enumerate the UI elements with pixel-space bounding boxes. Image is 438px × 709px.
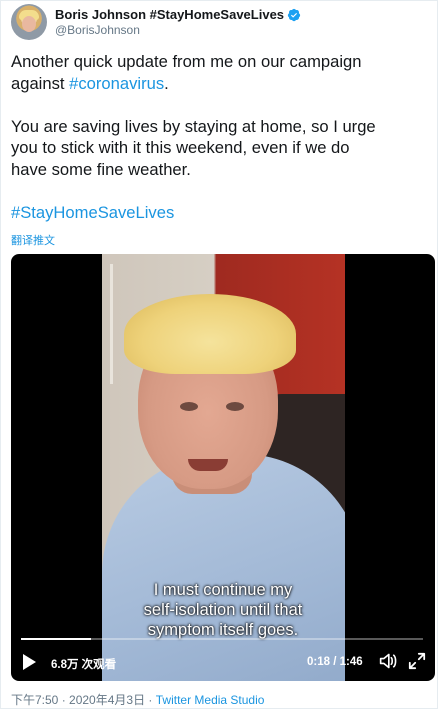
verified-badge-icon bbox=[287, 8, 301, 21]
tweet-line: Another quick update from me on our camp… bbox=[11, 52, 362, 71]
tweet-footer: 下午7:50 · 2020年4月3日 · Twitter Media Studi… bbox=[11, 691, 264, 708]
video-progress-bar[interactable] bbox=[21, 638, 423, 640]
fullscreen-icon[interactable] bbox=[408, 652, 426, 670]
tweet-card: Boris Johnson #StayHomeSaveLives @BorisJ… bbox=[0, 0, 438, 709]
author-display-name[interactable]: Boris Johnson #StayHomeSaveLives bbox=[55, 7, 284, 22]
avatar[interactable] bbox=[11, 4, 47, 40]
video-scene-hair bbox=[124, 294, 296, 374]
tweet-line: have some fine weather. bbox=[11, 159, 191, 179]
video-scene-door bbox=[110, 264, 113, 384]
tweet-timestamp[interactable]: 下午7:50 · 2020年4月3日 · bbox=[11, 693, 156, 707]
coronavirus-hashtag-link[interactable]: #coronavirus bbox=[69, 74, 164, 93]
video-subtitle-line: symptom itself goes. bbox=[147, 621, 299, 639]
tweet-line: you to stick with it this weekend, even … bbox=[11, 138, 350, 157]
video-progress-fill bbox=[21, 638, 91, 640]
tweet-text-fragment: . bbox=[164, 73, 169, 93]
tweet-body: Another quick update from me on our camp… bbox=[11, 51, 431, 223]
author-handle[interactable]: @BorisJohnson bbox=[55, 23, 140, 37]
video-scene-eye bbox=[180, 402, 198, 411]
video-subtitle-line: self-isolation until that bbox=[143, 601, 303, 619]
video-controls: 6.8万 次观看 0:18 / 1:46 bbox=[11, 646, 435, 676]
view-count: 6.8万 次观看 bbox=[51, 659, 117, 671]
tweet-text-fragment: against bbox=[11, 73, 70, 93]
video-scene-eye bbox=[226, 402, 244, 411]
translate-tweet-link[interactable]: 翻译推文 bbox=[11, 232, 55, 248]
tweet-line: You are saving lives by staying at home,… bbox=[11, 116, 376, 136]
video-scene-mouth bbox=[188, 459, 228, 471]
tweet-line: against #coronavirus. bbox=[11, 73, 431, 95]
video-subtitle-line: I must continue my bbox=[153, 581, 293, 599]
video-time: 0:18 / 1:46 bbox=[307, 656, 363, 668]
play-icon[interactable] bbox=[23, 654, 36, 670]
avatar-face bbox=[22, 16, 36, 32]
tweet-source-link[interactable]: Twitter Media Studio bbox=[156, 693, 265, 707]
stayhomesavelives-hashtag-link[interactable]: #StayHomeSaveLives bbox=[11, 202, 431, 224]
video-player[interactable]: I must continue my self-isolation until … bbox=[11, 254, 435, 681]
volume-icon[interactable] bbox=[378, 652, 398, 670]
author-name-row: Boris Johnson #StayHomeSaveLives bbox=[55, 7, 301, 22]
